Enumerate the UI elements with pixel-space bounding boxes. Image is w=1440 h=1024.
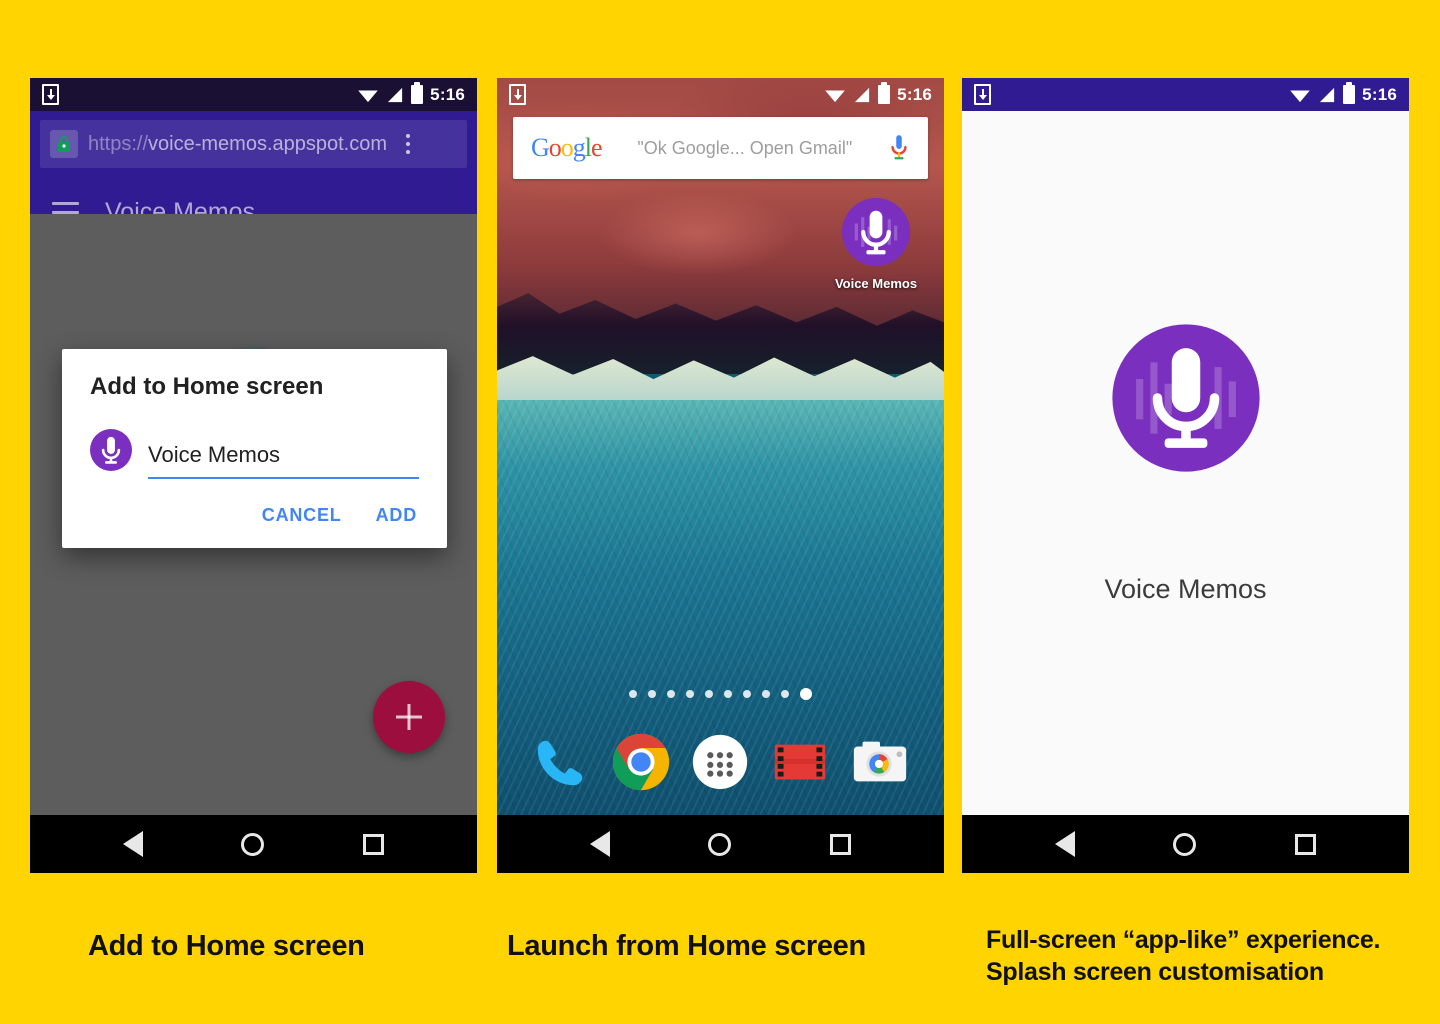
navigation-bar (30, 815, 477, 873)
google-logo: Google (531, 133, 603, 162)
cancel-button[interactable]: CANCEL (262, 505, 342, 526)
cell-signal-icon (388, 87, 403, 102)
home-screen-wallpaper (497, 78, 944, 815)
microphone-icon (842, 198, 910, 266)
status-bar-left (42, 84, 59, 105)
status-bar-time: 5:16 (430, 84, 465, 104)
recents-square-icon[interactable] (1294, 833, 1316, 855)
phone-launch-from-home-screen: 5:16 Google "Ok Google... Open Gmail" Vo… (497, 78, 944, 873)
wifi-icon (825, 90, 845, 102)
play-movies-app-icon[interactable] (769, 731, 831, 793)
home-circle-icon[interactable] (1173, 832, 1197, 856)
status-bar-right: 5:16 (357, 85, 465, 105)
status-bar: 5:16 (30, 78, 477, 111)
back-triangle-icon[interactable] (1055, 831, 1076, 857)
cell-signal-icon (855, 87, 870, 102)
phone1-screen: 5:16 https://voice-memos.appspot.com Voi… (30, 78, 477, 815)
download-icon (509, 84, 526, 105)
microphone-icon (1111, 323, 1260, 472)
dialog-title: Add to Home screen (90, 373, 324, 400)
navigation-bar (497, 815, 944, 873)
chrome-app-icon[interactable] (610, 731, 672, 793)
recents-square-icon[interactable] (362, 833, 384, 855)
battery-icon (878, 85, 891, 104)
status-bar: 5:16 (497, 78, 944, 111)
back-triangle-icon[interactable] (123, 831, 144, 857)
status-bar-right: 5:16 (1289, 85, 1397, 105)
phone2-screen: 5:16 Google "Ok Google... Open Gmail" Vo… (497, 78, 944, 815)
camera-app-icon[interactable] (849, 731, 911, 793)
caption-splash-screen: Full-screen “app-like” experience. Splas… (986, 924, 1380, 988)
caption-add-to-home-screen: Add to Home screen (88, 930, 365, 962)
wifi-icon (358, 90, 378, 102)
add-button[interactable]: ADD (376, 505, 417, 526)
download-icon (42, 84, 59, 105)
status-bar: 5:16 (962, 78, 1409, 111)
caption-launch-from-home-screen: Launch from Home screen (507, 930, 866, 962)
caption-line-1: Full-screen “app-like” experience. (986, 926, 1381, 954)
phone-add-to-home-screen: 5:16 https://voice-memos.appspot.com Voi… (30, 78, 477, 873)
caption-line-2: Splash screen customisation (986, 958, 1324, 986)
home-screen-dock (497, 731, 944, 793)
back-triangle-icon[interactable] (590, 831, 611, 857)
dialog-actions: CANCEL ADD (90, 479, 419, 540)
microphone-icon (90, 429, 132, 471)
battery-icon (411, 85, 424, 104)
status-bar-time: 5:16 (1362, 84, 1397, 104)
shortcut-name-field[interactable]: Voice Memos (148, 442, 419, 479)
dialog-body: Voice Memos (90, 429, 419, 479)
google-search-widget[interactable]: Google "Ok Google... Open Gmail" (513, 117, 928, 179)
add-to-home-screen-dialog: Add to Home screen Voice Memos CANCEL AD… (62, 349, 447, 548)
phone-splash-screen: 5:16 Voice Memos (962, 78, 1409, 873)
splash-app-name: Voice Memos (1104, 573, 1267, 604)
home-screen-page-indicator (497, 688, 944, 700)
recents-square-icon[interactable] (829, 833, 851, 855)
field-underline (148, 477, 419, 479)
download-icon (974, 84, 991, 105)
phone-app-icon[interactable] (530, 731, 592, 793)
status-bar-time: 5:16 (897, 84, 932, 104)
search-hint-text: "Ok Google... Open Gmail" (637, 137, 853, 158)
phone3-screen: 5:16 Voice Memos (962, 78, 1409, 815)
navigation-bar (962, 815, 1409, 873)
voice-memos-shortcut[interactable]: Voice Memos (821, 198, 931, 291)
home-circle-icon[interactable] (708, 832, 732, 856)
home-circle-icon[interactable] (241, 832, 265, 856)
shortcut-name-value: Voice Memos (148, 442, 281, 467)
google-mic-icon[interactable] (888, 133, 910, 163)
cell-signal-icon (1320, 87, 1335, 102)
status-bar-left (509, 84, 526, 105)
battery-icon (1343, 85, 1356, 104)
shortcut-label: Voice Memos (834, 276, 918, 291)
app-drawer-icon[interactable] (689, 731, 751, 793)
status-bar-right: 5:16 (824, 85, 932, 105)
wifi-icon (1290, 90, 1310, 102)
splash-screen: Voice Memos (962, 111, 1409, 815)
status-bar-left (974, 84, 991, 105)
